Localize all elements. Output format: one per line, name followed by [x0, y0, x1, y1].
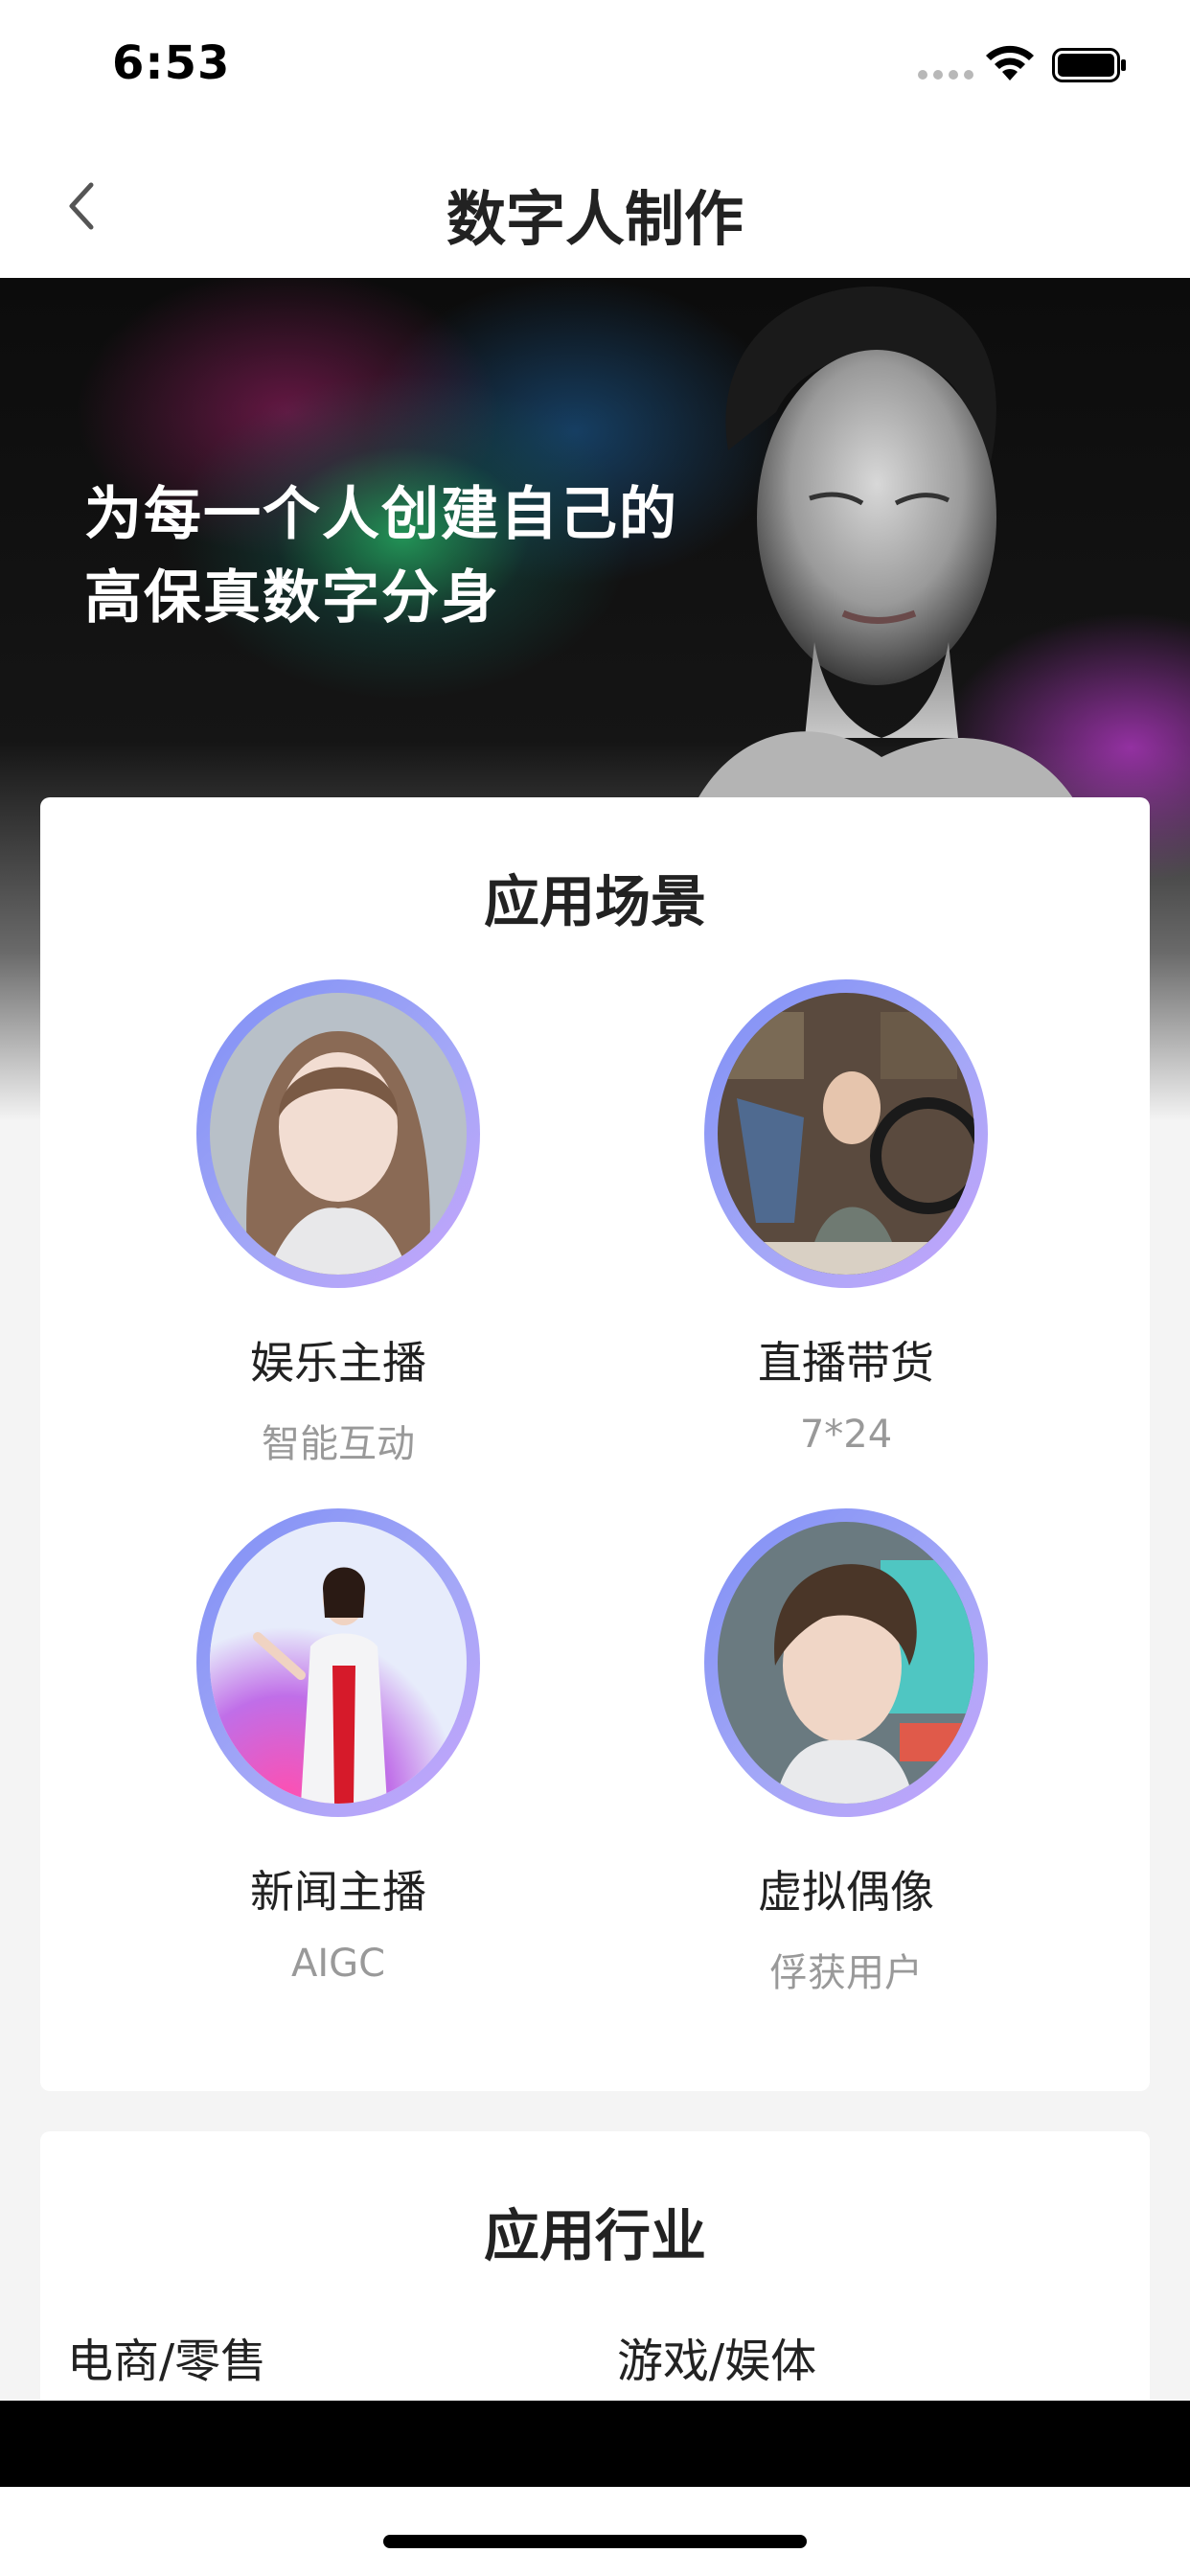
navigation-bar: 数字人制作 — [0, 134, 1190, 278]
scenario-name: 虚拟偶像 — [758, 1866, 934, 1918]
virtual-idol-image — [718, 1522, 974, 1804]
home-indicator[interactable] — [383, 2535, 807, 2548]
entertainment-host-image — [210, 993, 467, 1275]
scenario-subtitle: 智能互动 — [262, 1422, 415, 1466]
scenario-name: 直播带货 — [758, 1337, 934, 1389]
scenario-subtitle: 俘获用户 — [769, 1951, 923, 1995]
industry-ecommerce-retail[interactable]: 电商/零售 — [67, 2323, 266, 2390]
hero-headline-line-1: 为每一个人创建自己的 — [84, 481, 678, 548]
bottom-black-band — [0, 2401, 1190, 2487]
home-indicator-area — [0, 2487, 1190, 2576]
scenario-live-commerce[interactable]: 直播带货 7*24 — [674, 979, 1018, 1457]
scenario-avatar — [172, 1508, 480, 1886]
scenario-avatar — [704, 979, 988, 1288]
industries-title: 应用行业 — [483, 2203, 706, 2268]
scenarios-title: 应用场景 — [483, 869, 706, 934]
scenario-avatar — [704, 1508, 988, 1817]
battery-icon — [1052, 48, 1126, 82]
wifi-icon — [986, 45, 1034, 80]
scenario-news-anchor[interactable]: 新闻主播 AIGC — [166, 1508, 511, 1986]
page-title: 数字人制作 — [446, 184, 744, 254]
industry-gaming-entertainment[interactable]: 游戏/娱体 — [617, 2323, 816, 2390]
screen: 6:53 数字人制作 为每一个人创建自己的 高保真数字分身 应用场景 娱乐主播 … — [0, 0, 1190, 2576]
scenario-subtitle: AIGC — [290, 1942, 386, 1986]
scenario-entertainment-host[interactable]: 娱乐主播 智能互动 — [166, 979, 511, 1468]
hero-headline-line-2: 高保真数字分身 — [84, 564, 500, 632]
status-time: 6:53 — [112, 36, 231, 90]
scenario-avatar — [196, 979, 480, 1288]
scenario-name: 娱乐主播 — [250, 1337, 426, 1389]
scenario-subtitle: 7*24 — [799, 1413, 893, 1457]
scenarios-card: 应用场景 娱乐主播 智能互动 直播带货 7*24 新闻主播 AIGC 虚拟偶像 … — [40, 797, 1150, 2091]
hero-portrait-image — [690, 286, 1083, 815]
scenario-name: 新闻主播 — [250, 1866, 426, 1918]
live-commerce-image — [718, 993, 987, 1275]
signal-icon — [918, 70, 973, 80]
scenario-virtual-idol[interactable]: 虚拟偶像 俘获用户 — [674, 1508, 1018, 1997]
status-bar: 6:53 — [0, 0, 1190, 134]
news-anchor-image — [172, 1522, 467, 1886]
